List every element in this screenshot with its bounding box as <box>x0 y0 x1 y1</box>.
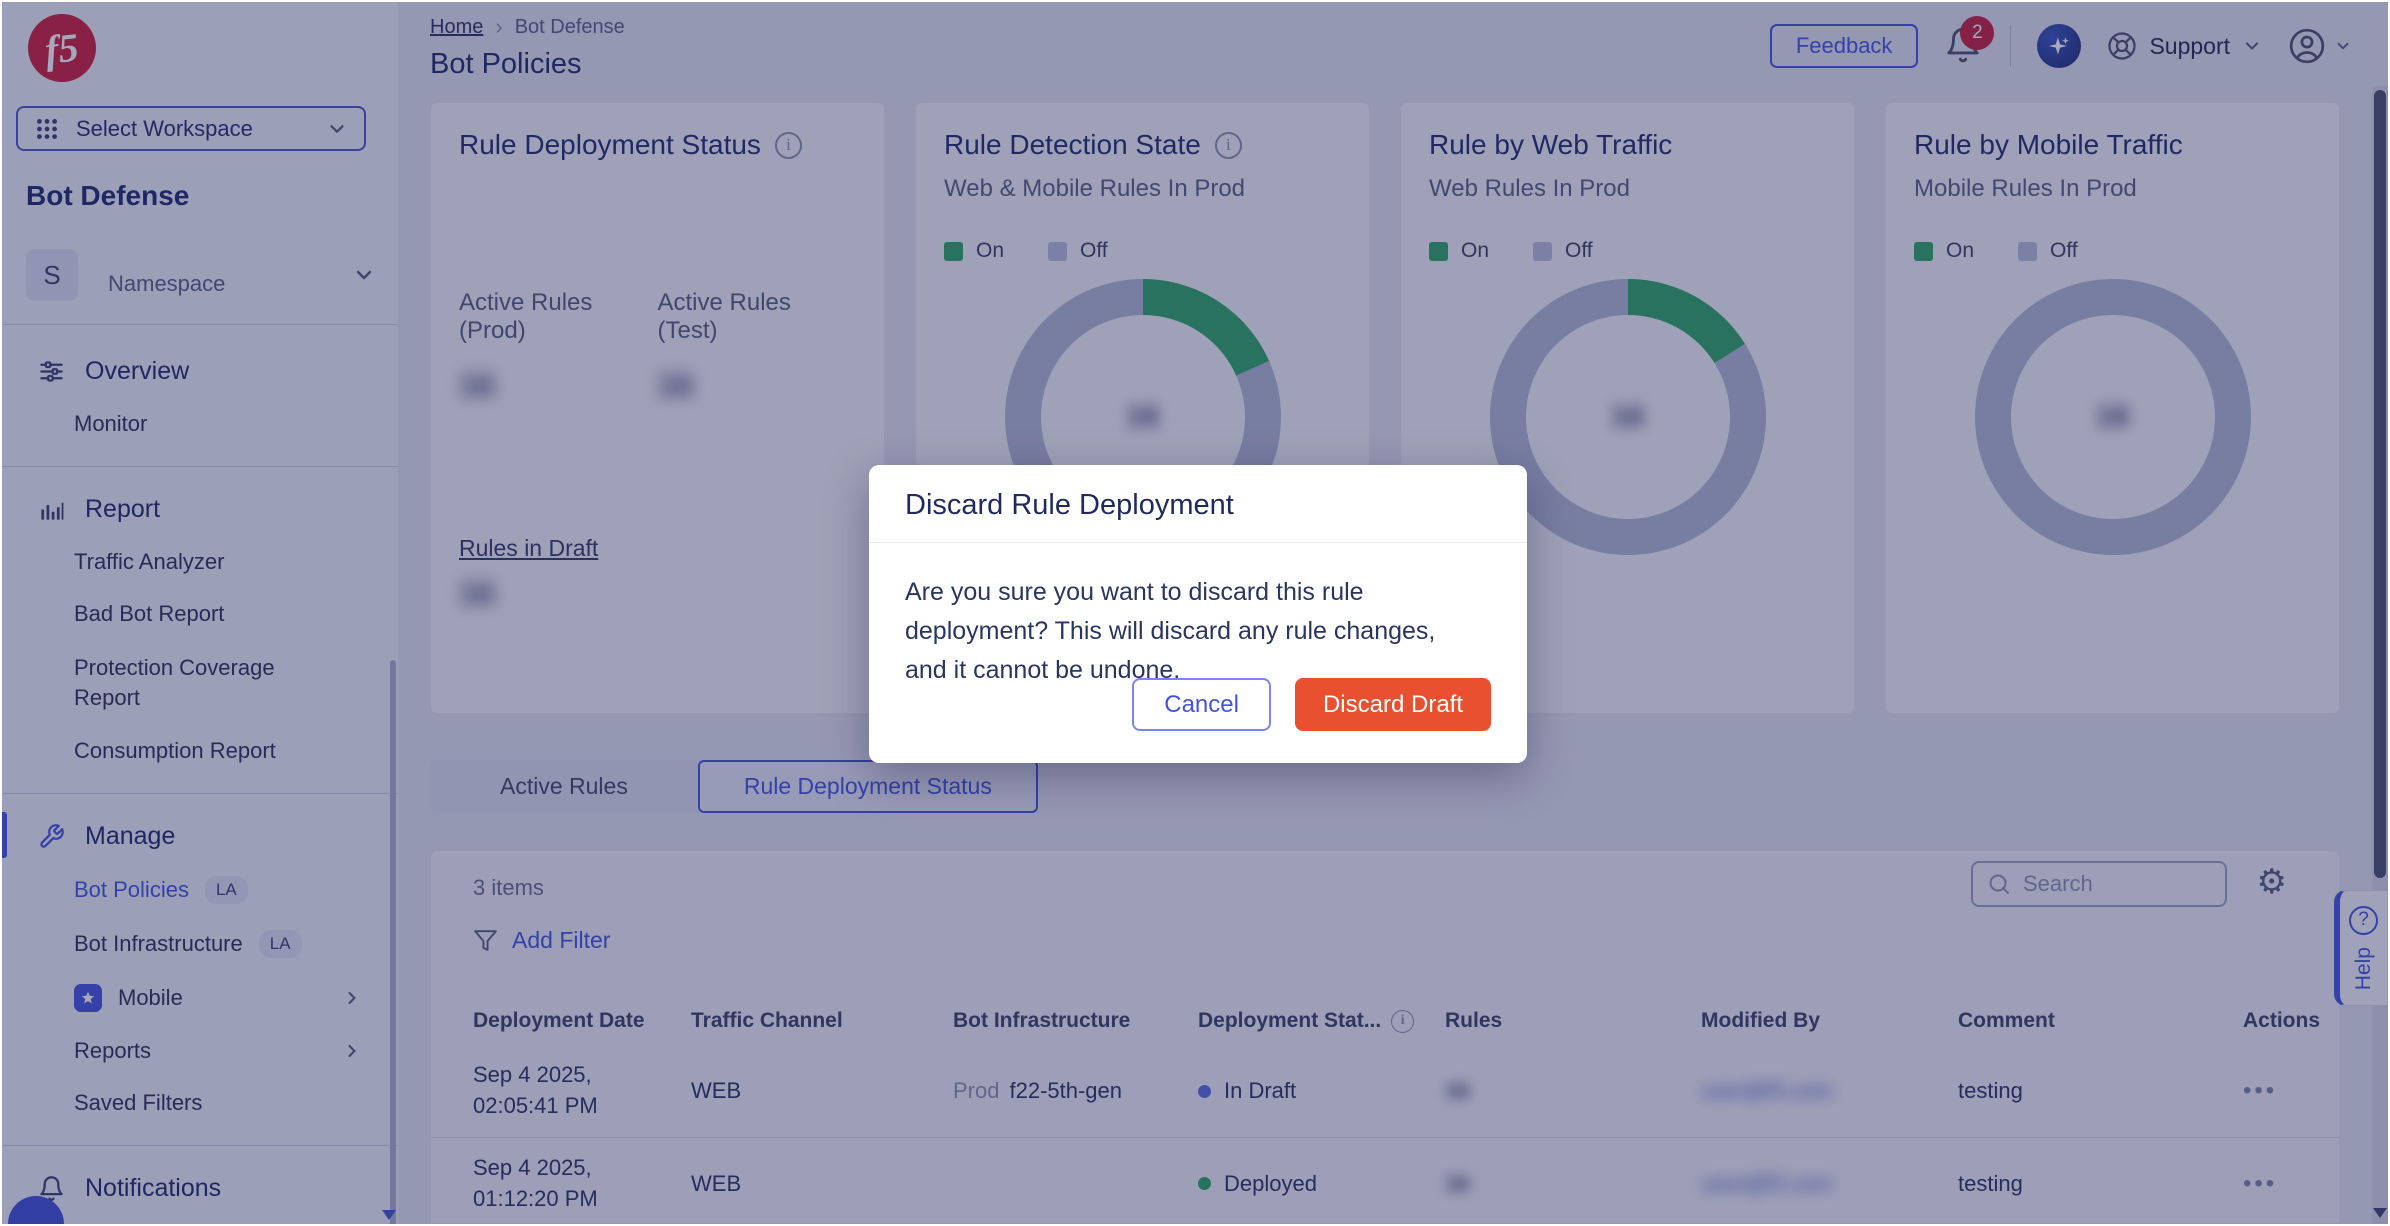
modal-footer: Cancel Discard Draft <box>1132 678 1491 731</box>
discard-draft-button[interactable]: Discard Draft <box>1295 678 1491 731</box>
modal-body-text: Are you sure you want to discard this ru… <box>869 543 1509 689</box>
app-window: f5 Select Workspace Bot Defense S Namesp… <box>2 2 2388 1224</box>
cancel-button[interactable]: Cancel <box>1132 678 1271 731</box>
discard-rule-deployment-modal: Discard Rule Deployment Are you sure you… <box>869 465 1527 763</box>
modal-title: Discard Rule Deployment <box>869 465 1527 543</box>
